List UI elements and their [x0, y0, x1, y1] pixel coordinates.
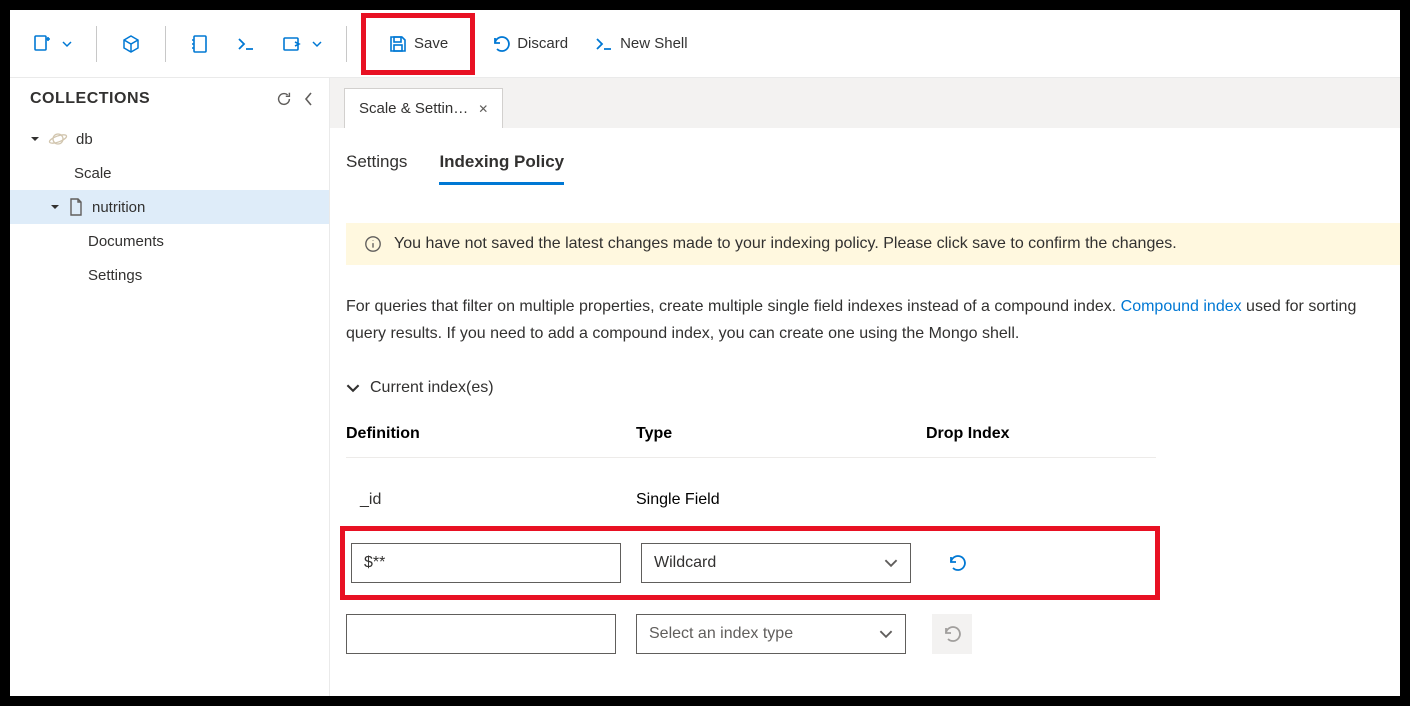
tab-scale-settings[interactable]: Scale & Settin… ✕	[344, 88, 503, 128]
warning-banner: You have not saved the latest changes ma…	[346, 223, 1400, 265]
desc-pre: For queries that filter on multiple prop…	[346, 298, 1121, 315]
caret-down-icon	[30, 134, 40, 144]
sidebar-header: COLLECTIONS	[10, 78, 329, 118]
drop-index-button-disabled	[932, 614, 972, 654]
tree: db Scale nutrition Documents Settings	[10, 118, 329, 292]
db-label: db	[76, 131, 93, 148]
cube-icon	[121, 34, 141, 54]
subtab-indexing[interactable]: Indexing Policy	[439, 152, 564, 185]
tab-label: Scale & Settin…	[359, 100, 468, 117]
divider	[96, 26, 97, 62]
planet-icon	[48, 129, 68, 149]
th-drop: Drop Index	[926, 425, 1156, 443]
sidebar-title: COLLECTIONS	[30, 90, 150, 108]
tree-db[interactable]: db	[10, 122, 329, 156]
chevron-down-icon	[879, 627, 893, 641]
refresh-icon[interactable]	[275, 90, 293, 108]
settings-label: Settings	[88, 267, 142, 284]
save-button[interactable]: Save	[374, 22, 462, 66]
discard-label: Discard	[517, 35, 568, 52]
save-label: Save	[414, 35, 448, 52]
divider	[346, 26, 347, 62]
type-select[interactable]: Select an index type	[636, 614, 906, 654]
sidebar: COLLECTIONS db Scale nutrit	[10, 78, 330, 696]
compound-index-link[interactable]: Compound index	[1121, 298, 1242, 315]
top-toolbar: Save Discard New Shell	[10, 10, 1400, 78]
tab-bar: Scale & Settin… ✕	[330, 78, 1400, 128]
th-definition: Definition	[346, 425, 636, 443]
tree-documents[interactable]: Documents	[10, 224, 329, 258]
terminal-icon	[594, 34, 614, 54]
documents-label: Documents	[88, 233, 164, 250]
definition-input[interactable]	[346, 614, 616, 654]
table-row: _id Single Field	[346, 476, 1156, 524]
main-content: Settings Indexing Policy You have not sa…	[330, 128, 1400, 658]
main: Scale & Settin… ✕ Settings Indexing Poli…	[330, 78, 1400, 696]
type-placeholder: Select an index type	[649, 625, 793, 643]
cell-definition: _id	[346, 491, 636, 509]
new-shell-label: New Shell	[620, 35, 688, 52]
chevron-down-icon	[884, 556, 898, 570]
new-shell-button[interactable]: New Shell	[584, 22, 698, 66]
app-frame: Save Discard New Shell COLLECTIONS	[10, 10, 1400, 696]
body-row: COLLECTIONS db Scale nutrit	[10, 78, 1400, 696]
type-select[interactable]: Wildcard	[641, 543, 911, 583]
document-plus-icon	[32, 34, 52, 54]
info-icon	[364, 235, 382, 253]
drop-index-button[interactable]	[937, 543, 977, 583]
index-table: Definition Type Drop Index _id Single Fi…	[346, 425, 1156, 658]
cube-btn[interactable]	[111, 22, 151, 66]
folder-open-icon	[282, 34, 302, 54]
wildcard-highlight-box: Wildcard	[340, 526, 1160, 600]
shell-btn[interactable]	[226, 22, 266, 66]
tree-collection[interactable]: nutrition	[10, 190, 329, 224]
scale-label: Scale	[74, 165, 112, 182]
collection-label: nutrition	[92, 199, 145, 216]
discard-button[interactable]: Discard	[481, 22, 578, 66]
table-row: Wildcard	[351, 543, 1149, 583]
table-row: Select an index type	[346, 610, 1156, 658]
cell-type: Single Field	[636, 491, 926, 509]
chevron-down-icon	[312, 39, 322, 49]
definition-input[interactable]	[351, 543, 621, 583]
undo-icon	[942, 624, 962, 644]
undo-icon	[491, 34, 511, 54]
sub-tabs: Settings Indexing Policy	[346, 152, 1400, 185]
subtab-settings[interactable]: Settings	[346, 152, 407, 185]
terminal-icon	[236, 34, 256, 54]
warning-text: You have not saved the latest changes ma…	[394, 235, 1177, 253]
type-value: Wildcard	[654, 554, 716, 572]
notebook-icon	[190, 34, 210, 54]
undo-icon	[947, 553, 967, 573]
divider	[165, 26, 166, 62]
notebook-btn[interactable]	[180, 22, 220, 66]
chevron-down-icon	[62, 39, 72, 49]
description: For queries that filter on multiple prop…	[346, 293, 1400, 347]
tree-scale[interactable]: Scale	[10, 156, 329, 190]
close-icon[interactable]: ✕	[478, 102, 488, 116]
save-icon	[388, 34, 408, 54]
document-icon	[68, 198, 84, 216]
save-highlight-box: Save	[361, 13, 475, 75]
new-btn[interactable]	[22, 22, 82, 66]
caret-down-icon	[50, 202, 60, 212]
th-type: Type	[636, 425, 926, 443]
collapse-icon[interactable]	[303, 91, 315, 107]
section-header[interactable]: Current index(es)	[346, 379, 1400, 397]
table-header-row: Definition Type Drop Index	[346, 425, 1156, 458]
tree-settings[interactable]: Settings	[10, 258, 329, 292]
chevron-down-icon	[346, 381, 360, 395]
open-btn[interactable]	[272, 22, 332, 66]
section-title: Current index(es)	[370, 379, 494, 397]
